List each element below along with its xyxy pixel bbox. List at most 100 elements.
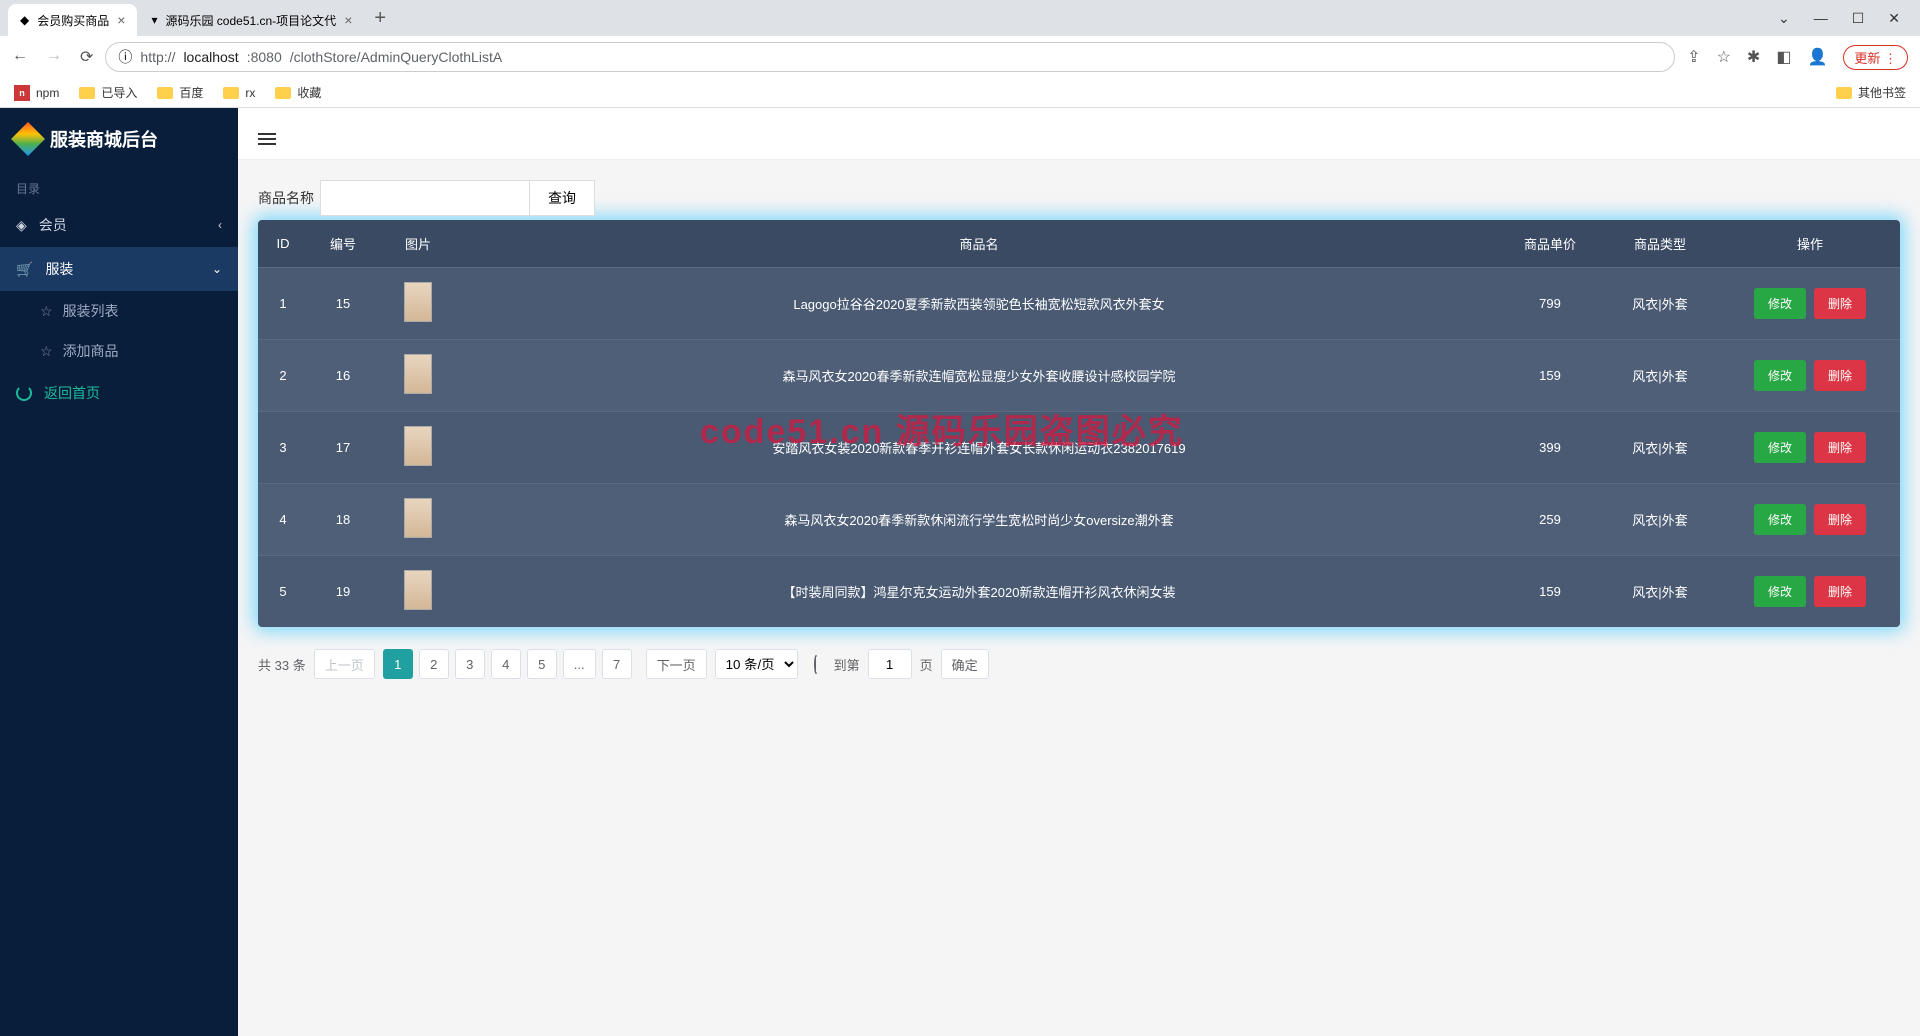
new-tab-button[interactable]: + [374,7,386,30]
bookmark-npm[interactable]: nnpm [14,85,59,101]
maximize-icon[interactable]: ☐ [1852,10,1865,27]
delete-button[interactable]: 删除 [1814,360,1866,391]
cell-type: 风衣|外套 [1600,484,1720,556]
table-row: 1 15 Lagogo拉谷谷2020夏季新款西装领驼色长袖宽松短款风衣外套女 7… [258,268,1900,340]
table-row: 4 18 森马风衣女2020春季新款休闲流行学生宽松时尚少女oversize潮外… [258,484,1900,556]
edit-button[interactable]: 修改 [1754,504,1806,535]
minimize-icon[interactable]: — [1814,10,1828,27]
cell-image [378,268,458,340]
page-number-button[interactable]: 5 [527,649,557,679]
next-page-button[interactable]: 下一页 [646,649,707,679]
cell-name: 森马风衣女2020春季新款连帽宽松显瘦少女外套收腰设计感校园学院 [458,340,1500,412]
cell-price: 259 [1500,484,1600,556]
cell-type: 风衣|外套 [1600,340,1720,412]
edit-button[interactable]: 修改 [1754,576,1806,607]
back-icon[interactable]: ← [12,47,28,67]
sidebar: 服装商城后台 目录 ◈会员 ‹ 🛒服装 ⌄ ☆服装列表 ☆添加商品 返回首页 [0,108,238,1036]
bookmark-bar: nnpm 已导入 百度 rx 收藏 其他书签 [0,78,1920,107]
page-number-button[interactable]: 7 [602,649,632,679]
browser-tab-active[interactable]: ◆ 会员购买商品 × [8,4,137,36]
search-input[interactable] [320,180,530,216]
prev-page-button[interactable]: 上一页 [314,649,375,679]
cell-id: 2 [258,340,308,412]
profile-icon[interactable]: 👤 [1807,47,1827,67]
cell-price: 799 [1500,268,1600,340]
hamburger-icon[interactable] [258,133,276,145]
edit-button[interactable]: 修改 [1754,360,1806,391]
goto-suffix: 页 [920,655,933,674]
bookmark-fav[interactable]: 收藏 [275,84,321,101]
cell-type: 风衣|外套 [1600,268,1720,340]
product-thumbnail [404,498,432,538]
spinner-icon [16,385,32,401]
close-window-icon[interactable]: ✕ [1888,10,1900,27]
product-thumbnail [404,426,432,466]
reload-icon[interactable]: ⟳ [80,47,93,67]
tab-title: 源码乐园 code51.cn-项目论文代 [165,12,336,29]
page-number-button[interactable]: 1 [383,649,413,679]
product-thumbnail [404,282,432,322]
tab-favicon: ▾ [151,13,157,27]
sidebar-return-home[interactable]: 返回首页 [0,371,238,415]
goto-confirm-button[interactable]: 确定 [941,649,989,679]
cell-name: 森马风衣女2020春季新款休闲流行学生宽松时尚少女oversize潮外套 [458,484,1500,556]
cell-id: 5 [258,556,308,628]
cell-actions: 修改删除 [1720,412,1900,484]
update-button[interactable]: 更新 ⋮ [1843,45,1908,70]
delete-button[interactable]: 删除 [1814,432,1866,463]
brand: 服装商城后台 [0,108,238,170]
tab-favicon: ◆ [20,13,29,27]
sidebar-sub-add-product[interactable]: ☆添加商品 [0,331,238,371]
total-label: 共 33 条 [258,655,306,674]
star-icon[interactable]: ☆ [1717,47,1731,67]
th-action: 操作 [1720,220,1900,268]
bookmark-rx[interactable]: rx [223,86,255,100]
browser-tab-inactive[interactable]: ▾ 源码乐园 code51.cn-项目论文代 × [139,4,364,36]
edit-button[interactable]: 修改 [1754,288,1806,319]
extension-icon[interactable]: ✱ [1747,47,1760,67]
share-icon[interactable]: ⇪ [1687,47,1700,67]
page-number-button[interactable]: 2 [419,649,449,679]
search-label: 商品名称 [258,188,314,208]
panel-icon[interactable]: ◧ [1776,47,1791,67]
goto-page-input[interactable] [868,649,912,679]
forward-icon[interactable]: → [46,47,62,67]
cell-num: 19 [308,556,378,628]
chevron-left-icon: ‹ [218,218,222,232]
delete-button[interactable]: 删除 [1814,504,1866,535]
cell-price: 399 [1500,412,1600,484]
th-price: 商品单价 [1500,220,1600,268]
bookmark-imported[interactable]: 已导入 [79,84,137,101]
refresh-button[interactable] [806,657,826,672]
product-table: ID 编号 图片 商品名 商品单价 商品类型 操作 1 15 Lagogo拉谷谷… [258,220,1900,627]
cell-name: Lagogo拉谷谷2020夏季新款西装领驼色长袖宽松短款风衣外套女 [458,268,1500,340]
table-header-row: ID 编号 图片 商品名 商品单价 商品类型 操作 [258,220,1900,268]
delete-button[interactable]: 删除 [1814,576,1866,607]
sidebar-sub-cloth-list[interactable]: ☆服装列表 [0,291,238,331]
edit-button[interactable]: 修改 [1754,432,1806,463]
page-number-button[interactable]: 3 [455,649,485,679]
table-row: 2 16 森马风衣女2020春季新款连帽宽松显瘦少女外套收腰设计感校园学院 15… [258,340,1900,412]
cart-icon: 🛒 [16,261,33,278]
page-number-button[interactable]: ... [563,649,596,679]
chevron-down-icon: ⌄ [212,262,222,276]
other-bookmarks[interactable]: 其他书签 [1836,84,1906,101]
browser-chrome: ◆ 会员购买商品 × ▾ 源码乐园 code51.cn-项目论文代 × + ⌄ … [0,0,1920,108]
cell-type: 风衣|外套 [1600,556,1720,628]
cell-actions: 修改删除 [1720,556,1900,628]
close-icon[interactable]: × [117,12,125,28]
sidebar-item-member[interactable]: ◈会员 ‹ [0,203,238,247]
close-icon[interactable]: × [344,12,352,28]
per-page-select[interactable]: 10 条/页 [715,649,798,679]
delete-button[interactable]: 删除 [1814,288,1866,319]
cell-image [378,484,458,556]
search-button[interactable]: 查询 [530,180,595,216]
chevron-down-icon[interactable]: ⌄ [1778,10,1790,27]
page-number-button[interactable]: 4 [491,649,521,679]
cell-image [378,556,458,628]
sidebar-item-cloth[interactable]: 🛒服装 ⌄ [0,247,238,291]
cell-num: 16 [308,340,378,412]
info-icon[interactable]: ⓘ [118,47,132,67]
bookmark-baidu[interactable]: 百度 [157,84,203,101]
url-input[interactable]: ⓘ http://localhost:8080/clothStore/Admin… [105,42,1675,72]
